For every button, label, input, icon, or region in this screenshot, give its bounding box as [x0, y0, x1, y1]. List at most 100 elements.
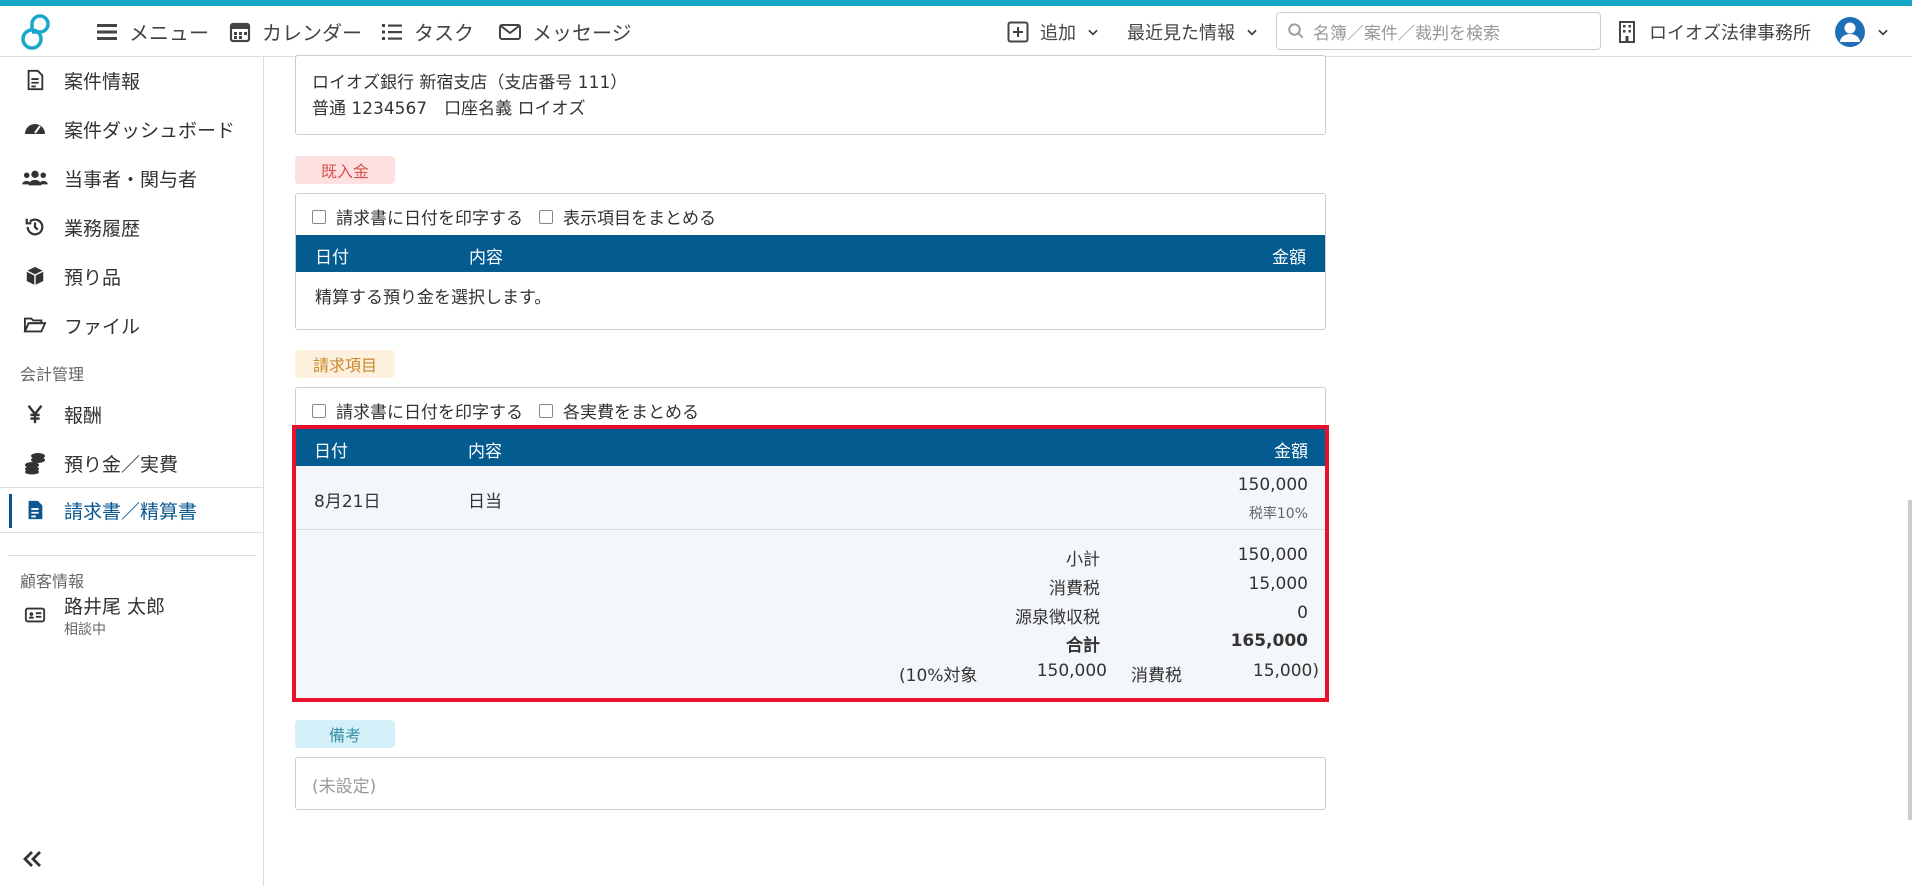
- sidebar-item-deposits[interactable]: 預り品: [0, 253, 264, 299]
- box-icon: [20, 265, 50, 287]
- scrollbar[interactable]: [1908, 500, 1912, 820]
- withholding-value: 0: [1297, 603, 1308, 623]
- col-amount: 金額: [1272, 248, 1306, 268]
- gauge-icon: [20, 117, 50, 141]
- recent-dropdown[interactable]: 最近見た情報: [1127, 6, 1259, 57]
- billing-tag: 請求項目: [295, 350, 395, 378]
- sidebar-item-label: 業務履歴: [64, 217, 141, 240]
- sidebar-item-label: 預り金／実費: [64, 453, 179, 476]
- sidebar-item-history[interactable]: 業務履歴: [0, 204, 264, 250]
- chevron-down-icon: [1247, 29, 1257, 36]
- sidebar-item-label: 預り品: [64, 266, 122, 289]
- received-options: 請求書に日付を印字する 表示項目をまとめる: [312, 204, 716, 229]
- sidebar-item-label: 案件情報: [64, 70, 141, 93]
- breakdown-tax-label: 消費税: [1131, 666, 1182, 686]
- office-switcher[interactable]: ロイオズ法律事務所: [1615, 6, 1811, 57]
- search-input[interactable]: 名簿／案件／裁判を検索: [1276, 12, 1601, 50]
- invoice-icon: [20, 499, 50, 521]
- breakdown-target-label: (10%対象: [899, 666, 978, 686]
- row-tax-rate: 税率10%: [1248, 506, 1308, 522]
- add-button[interactable]: 追加: [1006, 6, 1100, 57]
- nav-message-label: メッセージ: [532, 21, 632, 45]
- users-icon: [20, 167, 50, 189]
- document-icon: [20, 69, 50, 91]
- print-date-label: 請求書に日付を印字する: [336, 403, 523, 423]
- print-date-label: 請求書に日付を印字する: [336, 209, 523, 229]
- customer-status: 相談中: [64, 621, 106, 638]
- billing-options: 請求書に日付を印字する 各実費をまとめる: [312, 398, 699, 423]
- withholding-label: 源泉徴収税: [1015, 608, 1100, 628]
- table-row[interactable]: 8月21日 日当 150,000 税率10%: [296, 466, 1325, 530]
- subtotal-value: 150,000: [1237, 545, 1308, 565]
- office-name: ロイオズ法律事務所: [1649, 22, 1811, 44]
- search-placeholder: 名簿／案件／裁判を検索: [1313, 23, 1500, 44]
- notes-tag: 備考: [295, 720, 395, 748]
- billing-table-header: 日付 内容 金額: [296, 429, 1325, 466]
- tax-value: 15,000: [1248, 574, 1308, 594]
- received-empty-text[interactable]: 精算する預り金を選択します。: [315, 283, 551, 308]
- recent-label: 最近見た情報: [1127, 22, 1235, 44]
- sidebar-item-expenses[interactable]: 預り金／実費: [0, 440, 264, 486]
- user-menu[interactable]: [1834, 6, 1890, 57]
- sidebar-item-label: 報酬: [64, 404, 103, 427]
- bank-info-box: ロイオズ銀行 新宿支店（支店番号 111） 普通 1234567 口座名義 ロイ…: [295, 55, 1326, 135]
- notes-value: (未設定): [312, 777, 377, 797]
- sidebar-customer[interactable]: 路井尾 太郎 相談中: [0, 587, 264, 643]
- chevron-down-icon: [1088, 29, 1098, 36]
- nav-task[interactable]: タスク: [380, 6, 474, 57]
- row-date: 8月21日: [314, 492, 381, 512]
- user-avatar-icon: [1835, 16, 1865, 47]
- group-expenses-checkbox[interactable]: [539, 403, 553, 418]
- task-list-icon: [382, 23, 402, 40]
- sidebar-item-label: ファイル: [64, 315, 141, 338]
- id-card-icon: [20, 604, 50, 626]
- building-icon: [1619, 20, 1635, 43]
- sidebar-item-invoices[interactable]: 請求書／精算書: [0, 487, 264, 533]
- collapse-sidebar-icon[interactable]: [20, 847, 44, 871]
- nav-task-label: タスク: [414, 21, 474, 45]
- add-label: 追加: [1040, 22, 1076, 44]
- col-content: 内容: [468, 442, 502, 462]
- nav-menu[interactable]: メニュー: [95, 6, 209, 57]
- sidebar: 案件情報 案件ダッシュボード 当事者・関与者 業務履歴 預り品 ファイル 会計管…: [0, 57, 264, 886]
- total-label: 合計: [1066, 636, 1100, 656]
- sidebar-item-parties[interactable]: 当事者・関与者: [0, 155, 264, 201]
- sidebar-item-fees[interactable]: 報酬: [0, 391, 264, 437]
- billing-table: 日付 内容 金額 8月21日 日当 150,000 税率10% 小計 150,0…: [292, 425, 1329, 702]
- group-items-label: 表示項目をまとめる: [563, 209, 716, 229]
- nav-message[interactable]: メッセージ: [498, 6, 632, 57]
- hamburger-icon: [97, 23, 117, 40]
- nav-menu-label: メニュー: [129, 21, 209, 45]
- nav-calendar-label: カレンダー: [262, 21, 362, 45]
- billing-options-box: 請求書に日付を印字する 各実費をまとめる: [295, 387, 1326, 430]
- history-icon: [20, 216, 50, 238]
- nav-calendar[interactable]: カレンダー: [228, 6, 362, 57]
- top-navigation: メニュー カレンダー タスク メッセージ 追加 最近見た情報 名簿／案件／裁判を…: [0, 6, 1912, 57]
- chevron-down-icon: [1878, 29, 1888, 36]
- sidebar-item-files[interactable]: ファイル: [0, 302, 264, 348]
- col-content: 内容: [469, 248, 503, 268]
- breakdown-target-value: 150,000: [1036, 661, 1107, 681]
- bank-line-2: 普通 1234567 口座名義 ロイオズ: [312, 99, 586, 119]
- sidebar-item-case-info[interactable]: 案件情報: [0, 57, 264, 103]
- subtotal-label: 小計: [1066, 550, 1100, 570]
- envelope-icon: [499, 23, 521, 40]
- app-logo-icon[interactable]: [18, 12, 60, 54]
- group-items-checkbox[interactable]: [539, 209, 553, 224]
- row-content: 日当: [468, 492, 502, 512]
- folder-open-icon: [20, 314, 50, 336]
- tax-label: 消費税: [1049, 579, 1100, 599]
- print-date-checkbox[interactable]: [312, 209, 326, 224]
- coins-icon: [20, 451, 50, 475]
- notes-box[interactable]: (未設定): [295, 757, 1326, 810]
- col-amount: 金額: [1274, 442, 1308, 462]
- total-value: 165,000: [1230, 631, 1308, 651]
- group-expenses-label: 各実費をまとめる: [563, 403, 699, 423]
- sidebar-item-label: 案件ダッシュボード: [64, 119, 236, 142]
- received-tag: 既入金: [295, 156, 395, 184]
- search-icon: [1288, 23, 1304, 39]
- print-date-checkbox[interactable]: [312, 403, 326, 418]
- calendar-icon: [229, 22, 251, 42]
- breakdown-tax-value: 15,000): [1252, 661, 1319, 681]
- sidebar-item-dashboard[interactable]: 案件ダッシュボード: [0, 106, 264, 152]
